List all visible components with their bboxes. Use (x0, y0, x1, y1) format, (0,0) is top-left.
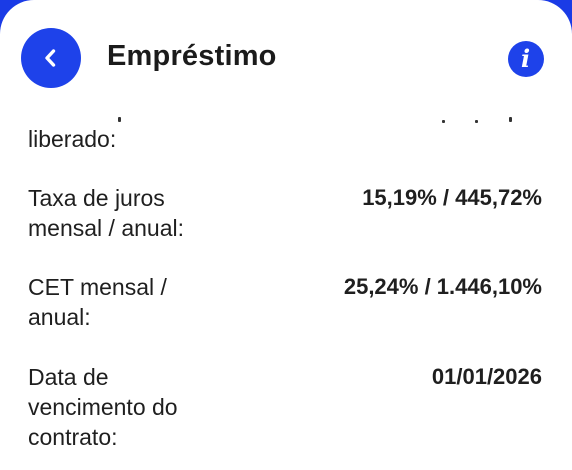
detail-value-cet: 25,24% / 1.446,10% (343, 274, 542, 299)
info-button[interactable]: i (508, 41, 544, 77)
detail-label-interest-rate: Taxa de juros mensal / anual: (28, 185, 184, 241)
detail-label-cet: CET mensal / anual: (28, 274, 167, 330)
detail-value-interest-rate: 15,19% / 445,72% (362, 185, 542, 210)
header: Empréstimo i (0, 0, 572, 110)
info-icon: i (520, 44, 531, 73)
back-button[interactable] (21, 28, 81, 88)
detail-label-amount-released: liberado: (28, 126, 117, 152)
detail-label-due-date: Data de vencimento do contrato: (28, 364, 178, 450)
loan-details-sheet: Empréstimo i liberado: Taxa de juros men… (0, 0, 572, 470)
page-title: Empréstimo (107, 40, 277, 72)
chevron-left-icon (45, 49, 56, 67)
detail-value-due-date: 01/01/2026 (431, 364, 542, 389)
